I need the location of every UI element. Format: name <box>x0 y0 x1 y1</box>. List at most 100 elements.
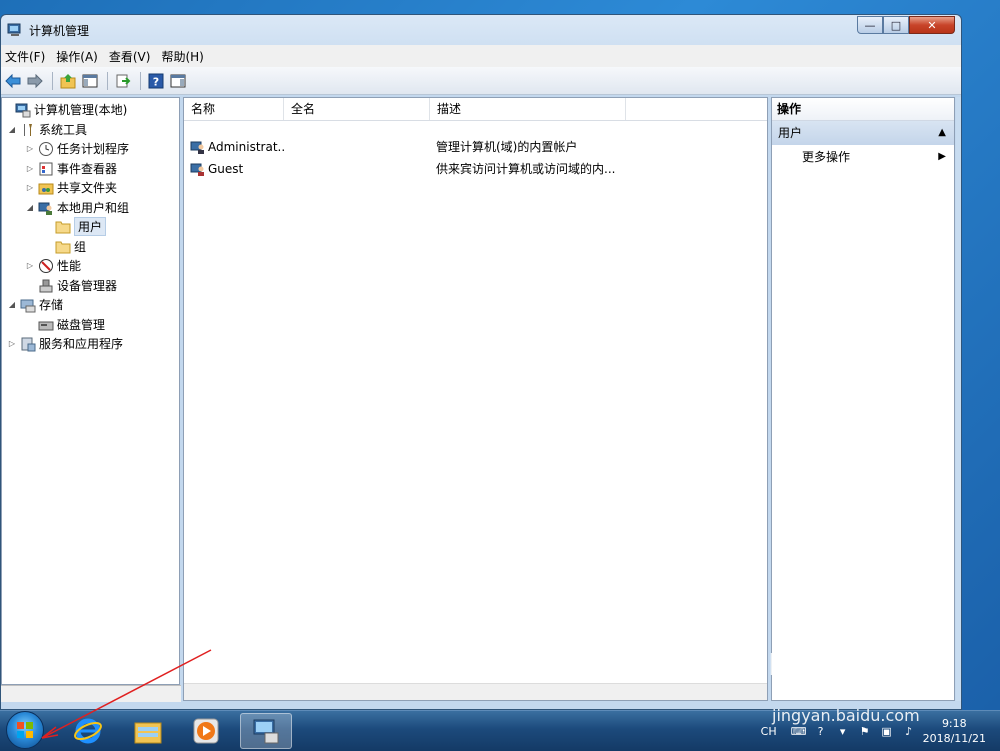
tree-item-shared-folders[interactable]: ▷ 共享文件夹 <box>25 178 117 197</box>
clock-date: 2018/11/21 <box>922 732 986 745</box>
tree-item-label: 用户 <box>74 217 107 236</box>
expand-icon[interactable]: ▷ <box>7 339 17 348</box>
back-icon[interactable] <box>3 71 23 91</box>
expand-icon[interactable]: ▷ <box>25 164 35 173</box>
column-header-description[interactable]: 描述 <box>430 98 626 120</box>
show-hide-action-icon[interactable] <box>168 71 188 91</box>
input-language-indicator[interactable]: CH <box>761 725 777 738</box>
menu-file[interactable]: 文件(F) <box>1 48 52 65</box>
clock-icon <box>38 141 54 157</box>
forward-icon[interactable] <box>25 71 45 91</box>
tree-item-services-applications[interactable]: ▷ 服务和应用程序 <box>7 334 123 353</box>
media-player-icon[interactable] <box>180 713 232 749</box>
start-orb-icon[interactable] <box>6 711 44 749</box>
tree-item-label: 性能 <box>57 259 82 273</box>
computer-management-taskbar-icon[interactable] <box>240 713 292 749</box>
network-icon[interactable]: ▣ <box>879 723 895 739</box>
up-folder-icon[interactable] <box>58 71 78 91</box>
toolbar-separator <box>52 71 53 90</box>
menu-help[interactable]: 帮助(H) <box>157 48 210 65</box>
services-icon <box>20 336 36 352</box>
tree-item-disk-management[interactable]: 磁盘管理 <box>25 315 105 334</box>
keyboard-icon[interactable]: ⌨ <box>791 723 807 739</box>
window-edge <box>956 97 961 701</box>
baidu-watermark: Bai du 经验 <box>768 648 955 683</box>
action-pane-header: 操作 <box>772 98 954 121</box>
svg-text:?: ? <box>153 75 159 88</box>
tree-item-system-tools[interactable]: ◢ 系统工具 <box>7 120 87 139</box>
explorer-icon[interactable] <box>122 713 174 749</box>
title-bar[interactable]: 计算机管理 — □ ✕ <box>1 15 961 45</box>
storage-icon <box>20 297 36 313</box>
collapse-icon[interactable]: ◢ <box>7 300 17 309</box>
tree-item-label: 本地用户和组 <box>57 201 130 215</box>
collapse-icon[interactable]: ◢ <box>7 125 17 134</box>
tray-expand-icon[interactable]: ▾ <box>835 723 851 739</box>
folder-icon <box>55 219 71 235</box>
tree-item-storage[interactable]: ◢ 存储 <box>7 295 63 314</box>
column-header-fullname[interactable]: 全名 <box>284 98 430 120</box>
minimize-button[interactable]: — <box>857 16 883 34</box>
result-list-pane: 名称 全名 描述 Administrat... 管理计算机(域)的内置帐户 Gu… <box>183 97 768 701</box>
export-list-icon[interactable] <box>113 71 133 91</box>
device-manager-icon <box>38 278 54 294</box>
tree-item-event-viewer[interactable]: ▷ 事件查看器 <box>25 159 117 178</box>
tree-item-users[interactable]: 用户 <box>42 217 107 236</box>
action-more-actions[interactable]: 更多操作 ▶ <box>772 145 954 169</box>
clock[interactable]: 9:18 2018/11/21 <box>923 716 986 746</box>
cell-name: Administrat... <box>208 140 284 154</box>
toolbar-separator <box>107 71 108 90</box>
collapse-up-icon[interactable]: ▲ <box>938 121 946 145</box>
list-header: 名称 全名 描述 <box>184 98 767 121</box>
folder-icon <box>55 239 71 255</box>
tree-item-label: 磁盘管理 <box>57 318 106 332</box>
menu-view[interactable]: 查看(V) <box>105 48 158 65</box>
clock-time: 9:18 <box>941 717 967 730</box>
tree-item-label: 事件查看器 <box>57 162 118 176</box>
column-header-name[interactable]: 名称 <box>184 98 284 120</box>
ie-icon[interactable] <box>62 713 114 749</box>
status-bar <box>1 685 181 702</box>
tree-item-label: 服务和应用程序 <box>39 337 124 351</box>
menu-action[interactable]: 操作(A) <box>52 48 105 65</box>
help-icon[interactable]: ? <box>146 71 166 91</box>
cell-description: 供来宾访问计算机或访问域的内... <box>436 162 616 176</box>
tree-item-label: 共享文件夹 <box>57 181 118 195</box>
table-row[interactable]: Guest 供来宾访问计算机或访问域的内... <box>184 158 767 180</box>
toolbar: ? <box>1 67 961 95</box>
maximize-button[interactable]: □ <box>883 16 909 34</box>
tree-item-performance[interactable]: ▷ 性能 <box>25 256 81 275</box>
user-icon <box>190 136 208 158</box>
cell-fullname <box>290 136 430 158</box>
tree-item-device-manager[interactable]: 设备管理器 <box>25 276 117 295</box>
computer-management-window: 计算机管理 — □ ✕ 文件(F) 操作(A) 查看(V) 帮助(H) ? 计算… <box>0 14 962 710</box>
tree-item-task-scheduler[interactable]: ▷ 任务计划程序 <box>25 139 129 158</box>
collapse-icon[interactable]: ◢ <box>25 203 35 212</box>
action-section-label: 用户 <box>778 126 803 140</box>
tree-item-groups[interactable]: 组 <box>42 237 86 256</box>
expand-icon[interactable]: ▷ <box>25 183 35 192</box>
table-row[interactable]: Administrat... 管理计算机(域)的内置帐户 <box>184 136 767 158</box>
tree-item-label: 组 <box>74 240 87 254</box>
expand-icon[interactable]: ▷ <box>25 261 35 270</box>
tree-item-computer-management[interactable]: 计算机管理(本地) <box>2 100 127 119</box>
volume-icon[interactable]: ♪ <box>901 723 917 739</box>
help-circle-icon[interactable]: ? <box>813 723 829 739</box>
show-hide-tree-icon[interactable] <box>80 71 100 91</box>
users-groups-icon <box>38 200 54 216</box>
horizontal-scrollbar[interactable] <box>184 683 767 700</box>
console-tree-pane: 计算机管理(本地) ◢ 系统工具 ▷ 任务计划程序 ▷ 事件查看器 ▷ 共享文件… <box>1 97 180 685</box>
close-button[interactable]: ✕ <box>909 16 955 34</box>
user-icon <box>190 158 208 180</box>
baidu-watermark-url: jingyan.baidu.com <box>772 706 920 725</box>
event-viewer-icon <box>38 161 54 177</box>
action-section-users[interactable]: 用户 ▲ <box>772 121 954 145</box>
toolbar-separator <box>140 71 141 90</box>
action-item-label: 更多操作 <box>802 150 851 164</box>
tree-item-label: 计算机管理(本地) <box>34 103 128 117</box>
cell-name: Guest <box>208 162 244 176</box>
tree-item-local-users-groups[interactable]: ◢ 本地用户和组 <box>25 198 129 217</box>
expand-icon[interactable]: ▷ <box>25 144 35 153</box>
submenu-arrow-icon: ▶ <box>938 151 946 162</box>
action-center-flag-icon[interactable]: ⚑ <box>857 723 873 739</box>
